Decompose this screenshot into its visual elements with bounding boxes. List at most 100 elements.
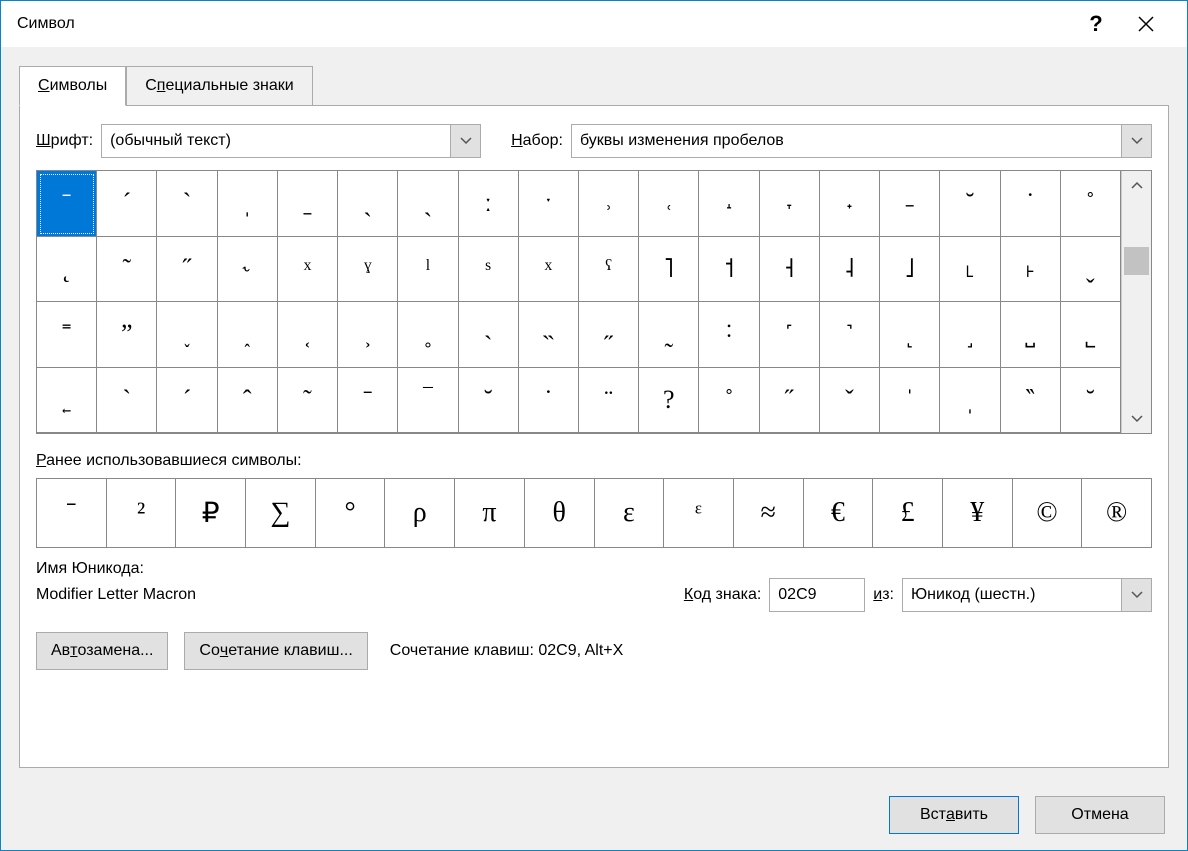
symbol-cell[interactable]: ˚ — [699, 368, 759, 434]
symbol-cell[interactable]: ˱ — [278, 302, 338, 368]
symbol-cell[interactable]: ˔ — [699, 171, 759, 237]
font-combo[interactable]: (обычный текст) — [101, 124, 481, 158]
recent-symbol-cell[interactable]: ρ — [385, 479, 455, 548]
symbol-cell[interactable]: ˖ — [820, 171, 880, 237]
set-combo[interactable]: буквы изменения пробелов — [571, 124, 1152, 158]
font-combo-button[interactable] — [450, 125, 480, 157]
symbol-cell[interactable]: ˕ — [760, 171, 820, 237]
help-button[interactable]: ? — [1071, 1, 1121, 47]
symbol-cell[interactable]: ˮ — [97, 302, 157, 368]
symbol-cell[interactable]: ˬ — [1061, 237, 1121, 303]
symbol-cell[interactable]: ˯ — [157, 302, 217, 368]
symbol-cell[interactable]: ˑ — [519, 171, 579, 237]
symbol-cell[interactable]: ‶ — [1001, 368, 1061, 434]
recent-symbol-cell[interactable]: ® — [1082, 479, 1152, 548]
symbol-cell[interactable]: ˡ — [398, 237, 458, 303]
scroll-track[interactable] — [1122, 199, 1151, 405]
symbol-cell[interactable]: ˚ — [1061, 171, 1121, 237]
recent-symbol-cell[interactable]: £ — [873, 479, 943, 548]
tab-special[interactable]: Специальные знаки — [126, 66, 313, 106]
symbol-cell[interactable]: ˭ — [37, 302, 97, 368]
symbol-cell[interactable]: ˺ — [820, 302, 880, 368]
from-combo-button[interactable] — [1121, 579, 1151, 611]
symbol-cell[interactable]: ‾ — [398, 368, 458, 434]
symbol-cell[interactable]: ˥ — [639, 237, 699, 303]
symbol-cell[interactable]: ˜ — [97, 237, 157, 303]
symbol-cell[interactable]: ˘ — [1061, 368, 1121, 434]
symbol-cell[interactable]: ˳ — [398, 302, 458, 368]
recent-symbol-cell[interactable]: © — [1013, 479, 1083, 548]
symbol-cell[interactable]: ˉ — [338, 368, 398, 434]
symbol-cell[interactable]: ˙ — [1001, 171, 1061, 237]
autocorrect-button[interactable]: Автозамена... — [36, 632, 168, 670]
symbol-cell[interactable]: ˧ — [760, 237, 820, 303]
symbol-cell[interactable]: ˰ — [218, 302, 278, 368]
symbol-cell[interactable]: ˎ — [338, 171, 398, 237]
shortcut-button[interactable]: Сочетание клавиш... — [184, 632, 367, 670]
symbol-cell[interactable]: ː — [459, 171, 519, 237]
symbol-cell[interactable]: ˗ — [880, 171, 940, 237]
symbol-cell[interactable]: ˝ — [760, 368, 820, 434]
symbol-cell[interactable]: ˠ — [338, 237, 398, 303]
symbol-cell[interactable]: ˦ — [699, 237, 759, 303]
symbol-cell[interactable]: ˽ — [1001, 302, 1061, 368]
recent-symbol-cell[interactable]: ε — [595, 479, 665, 548]
symbol-cell[interactable]: ˍ — [278, 171, 338, 237]
symbol-cell[interactable]: ˌ — [218, 171, 278, 237]
recent-symbol-cell[interactable]: ˉ — [37, 479, 107, 548]
symbol-cell[interactable]: ˓ — [639, 171, 699, 237]
scroll-up-button[interactable] — [1122, 171, 1151, 199]
symbol-cell[interactable]: ˼ — [940, 302, 1000, 368]
symbol-cell[interactable]: ˸ — [699, 302, 759, 368]
symbol-cell[interactable]: ˝ — [157, 237, 217, 303]
symbol-cell[interactable]: ˹ — [760, 302, 820, 368]
symbol-cell[interactable]: ˾ — [1061, 302, 1121, 368]
symbol-cell[interactable]: ˊ — [157, 368, 217, 434]
recent-symbol-cell[interactable]: ∑ — [246, 479, 316, 548]
symbol-cell[interactable]: ˒ — [579, 171, 639, 237]
recent-symbol-cell[interactable]: ᵋ — [664, 479, 734, 548]
scroll-down-button[interactable] — [1122, 405, 1151, 433]
scroll-thumb[interactable] — [1124, 247, 1149, 275]
symbol-cell[interactable]: ˌ — [940, 368, 1000, 434]
grid-scrollbar[interactable] — [1121, 171, 1151, 433]
code-input[interactable] — [769, 578, 865, 612]
symbol-cell[interactable]: ˏ — [398, 171, 458, 237]
symbol-cell[interactable]: ˵ — [519, 302, 579, 368]
symbol-cell[interactable]: ˛ — [37, 237, 97, 303]
insert-button[interactable]: Вставить — [889, 796, 1019, 834]
symbol-cell[interactable]: ˨ — [820, 237, 880, 303]
symbol-cell[interactable]: ˢ — [459, 237, 519, 303]
symbol-cell[interactable]: ˜ — [278, 368, 338, 434]
symbol-cell[interactable]: ˞ — [218, 237, 278, 303]
symbol-cell[interactable]: ˣ — [278, 237, 338, 303]
tab-symbols[interactable]: Символы — [19, 66, 126, 106]
symbol-cell[interactable]: ˋ — [157, 171, 217, 237]
symbol-cell[interactable]: ˲ — [338, 302, 398, 368]
cancel-button[interactable]: Отмена — [1035, 796, 1165, 834]
symbol-cell[interactable]: ˤ — [579, 237, 639, 303]
recent-symbol-cell[interactable]: ° — [316, 479, 386, 548]
recent-symbol-cell[interactable]: ≈ — [734, 479, 804, 548]
symbol-cell[interactable]: ˉ — [37, 171, 97, 237]
symbol-cell[interactable]: ˫ — [1001, 237, 1061, 303]
symbol-cell[interactable]: ˪ — [940, 237, 1000, 303]
symbol-cell[interactable]: ˆ — [218, 368, 278, 434]
recent-symbol-cell[interactable]: π — [455, 479, 525, 548]
symbol-cell[interactable]: ˣ — [519, 237, 579, 303]
symbol-cell[interactable]: ˻ — [880, 302, 940, 368]
symbol-cell[interactable]: ˷ — [639, 302, 699, 368]
recent-symbol-cell[interactable]: ¥ — [943, 479, 1013, 548]
symbol-cell[interactable]: ˿ — [37, 368, 97, 434]
from-combo[interactable]: Юникод (шестн.) — [902, 578, 1152, 612]
symbol-cell[interactable]: ˘ — [459, 368, 519, 434]
symbol-cell[interactable]: ˈ — [880, 368, 940, 434]
recent-symbol-cell[interactable]: ² — [107, 479, 177, 548]
symbol-cell[interactable]: ˘ — [940, 171, 1000, 237]
symbol-cell[interactable]: ˇ — [820, 368, 880, 434]
recent-symbol-cell[interactable]: € — [804, 479, 874, 548]
symbol-cell[interactable]: ˊ — [97, 171, 157, 237]
close-button[interactable] — [1121, 1, 1171, 47]
symbol-cell[interactable]: ˋ — [97, 368, 157, 434]
symbol-cell[interactable]: ? — [639, 368, 699, 434]
